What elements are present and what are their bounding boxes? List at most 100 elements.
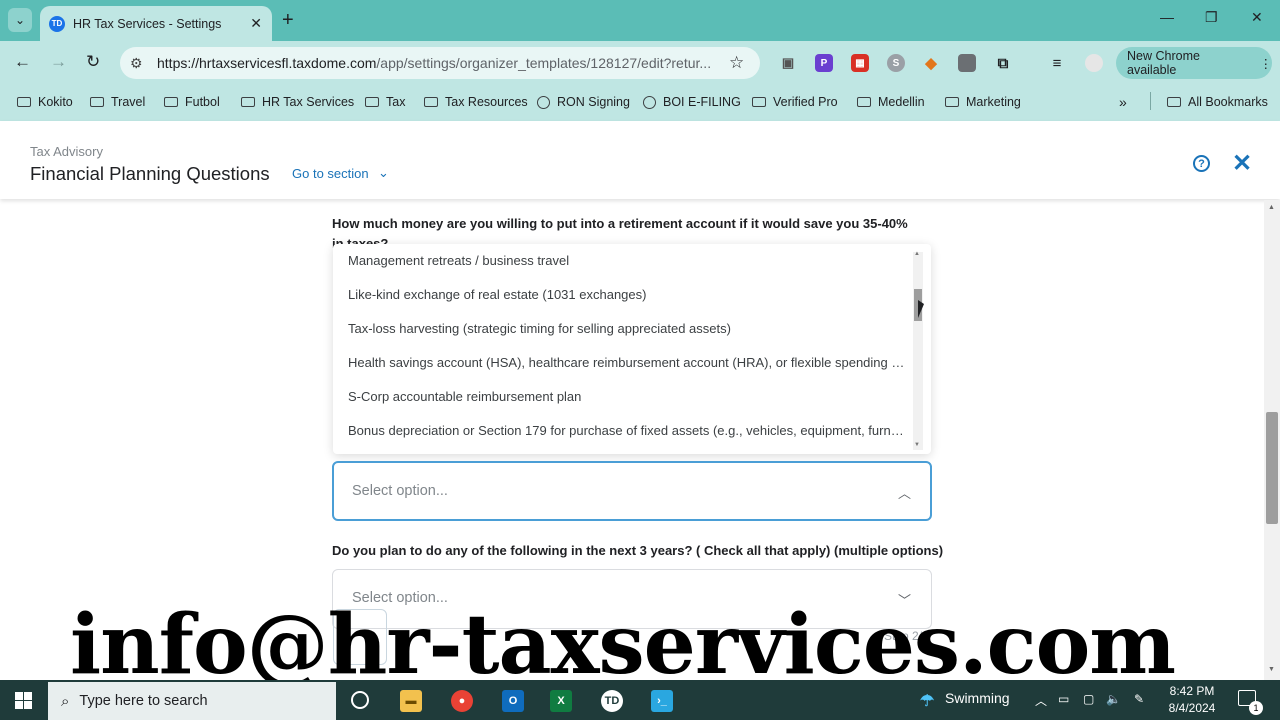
bookmark-label: HR Tax Services xyxy=(262,95,355,109)
system-clock[interactable]: 8:42 PM 8/4/2024 xyxy=(1162,683,1222,717)
folder-icon xyxy=(1167,97,1181,107)
more-menu-icon[interactable]: ⋮ xyxy=(1260,56,1273,71)
scroll-down-arrow-icon[interactable]: ▼ xyxy=(914,442,920,448)
forward-arrow-icon[interactable]: → xyxy=(50,53,67,71)
calendar-extension-icon[interactable]: ▦ xyxy=(851,54,869,72)
question-next-3-years: Do you plan to do any of the following i… xyxy=(332,543,944,558)
metamask-icon[interactable]: ◆ xyxy=(922,54,940,72)
bookmark-tax-resources[interactable]: Tax Resources xyxy=(424,92,528,112)
bookmark-tax[interactable]: Tax xyxy=(365,92,405,112)
bookmark-label: Kokito xyxy=(38,95,73,109)
bookmark-label: Marketing xyxy=(966,95,1021,109)
dropdown-scrollbar[interactable] xyxy=(913,252,923,450)
new-chrome-available-button[interactable]: New Chrome available ⋮ xyxy=(1116,47,1272,79)
task-view-icon[interactable] xyxy=(351,691,369,709)
url-host: https://hrtaxservicesfl.taxdome.com xyxy=(157,55,377,71)
chevron-down-icon[interactable]: ⌄ xyxy=(378,165,389,181)
all-bookmarks-label: All Bookmarks xyxy=(1188,95,1268,109)
tab-close-icon[interactable]: ✕ xyxy=(250,15,262,32)
folder-icon xyxy=(945,97,959,107)
profile-avatar[interactable] xyxy=(1085,54,1103,72)
bookmark-boi-e-filing[interactable]: BOI E-FILING xyxy=(643,92,741,112)
bookmarks-divider xyxy=(1150,92,1151,110)
network-icon[interactable]: ▢ xyxy=(1083,692,1094,706)
help-icon[interactable]: ? xyxy=(1193,155,1210,172)
go-to-section-link[interactable]: Go to section xyxy=(292,166,369,181)
bookmark-label: RON Signing xyxy=(557,95,630,109)
meet-now-icon[interactable]: ▭ xyxy=(1058,692,1069,706)
folder-icon xyxy=(164,97,178,107)
mouse-cursor-icon xyxy=(918,300,924,318)
bookmark-hr-tax-services[interactable]: HR Tax Services xyxy=(241,92,354,112)
media-queue-icon[interactable]: ≡ xyxy=(1048,54,1066,72)
tab-title: HR Tax Services - Settings xyxy=(73,16,222,31)
dropdown-option[interactable]: S-Corp accountable reimbursement plan xyxy=(348,389,906,404)
taskbar-search[interactable]: ⌕ Type here to search xyxy=(48,682,336,720)
dropdown-option[interactable]: Health savings account (HSA), healthcare… xyxy=(348,355,906,370)
clock-date: 8/4/2024 xyxy=(1168,701,1216,715)
scroll-down-arrow-icon[interactable]: ▼ xyxy=(1268,666,1275,673)
folder-icon xyxy=(752,97,766,107)
weather-text[interactable]: Swimming xyxy=(945,690,1010,706)
bookmark-label: Verified Pro xyxy=(773,95,838,109)
bookmark-label: Travel xyxy=(111,95,146,109)
reload-icon[interactable]: ↻ xyxy=(86,53,100,71)
new-tab-plus-icon[interactable]: + xyxy=(282,9,294,31)
clock-time: 8:42 PM xyxy=(1169,684,1215,698)
dropdown-option[interactable]: Bonus depreciation or Section 179 for pu… xyxy=(348,423,906,438)
bookmark-travel[interactable]: Travel xyxy=(90,92,145,112)
folder-icon xyxy=(857,97,871,107)
show-hidden-icons-icon[interactable]: ︿ xyxy=(1035,692,1047,709)
bookmark-label: BOI E-FILING xyxy=(663,95,741,109)
all-bookmarks[interactable]: All Bookmarks xyxy=(1167,92,1268,112)
close-icon[interactable]: ✕ xyxy=(1232,149,1252,178)
powershell-icon[interactable]: ›_ xyxy=(651,690,673,712)
dropdown-option[interactable]: Management retreats / business travel xyxy=(348,253,906,268)
dropdown-option[interactable]: Like-kind exchange of real estate (1031 … xyxy=(348,287,906,302)
bookmark-label: Medellin xyxy=(878,95,925,109)
minimize-icon[interactable]: — xyxy=(1160,9,1174,25)
back-arrow-icon[interactable]: ← xyxy=(14,53,31,71)
taxdome-icon[interactable]: TD xyxy=(601,690,623,712)
window-close-icon[interactable]: ✕ xyxy=(1251,9,1263,26)
scroll-up-arrow-icon[interactable]: ▲ xyxy=(914,251,920,257)
folder-icon xyxy=(424,97,438,107)
page-title: Financial Planning Questions xyxy=(30,163,270,184)
excel-icon[interactable]: X xyxy=(550,690,572,712)
cast-extension-icon[interactable]: ▣ xyxy=(779,54,797,72)
bookmark-verified-pro[interactable]: Verified Pro xyxy=(752,92,838,112)
page-scroll-thumb[interactable] xyxy=(1266,412,1278,524)
taxdome-favicon-icon: TD xyxy=(49,15,65,32)
bookmark-marketing[interactable]: Marketing xyxy=(945,92,1021,112)
extensions-puzzle-icon[interactable]: ⧉ xyxy=(994,54,1012,72)
bookmark-kokito[interactable]: Kokito xyxy=(17,92,73,112)
pen-icon[interactable]: ✎ xyxy=(1134,692,1144,706)
file-explorer-icon[interactable]: ▬ xyxy=(400,690,422,712)
browser-tab[interactable]: TD HR Tax Services - Settings ✕ xyxy=(40,6,272,41)
windows-start-icon[interactable] xyxy=(15,692,32,709)
page-header xyxy=(0,121,1280,199)
bookmark-star-icon[interactable]: ☆ xyxy=(729,53,744,73)
weather-icon[interactable]: ☂ xyxy=(916,690,938,712)
bookmark-ron-signing[interactable]: RON Signing xyxy=(537,92,630,112)
dropdown-option[interactable]: Tax-loss harvesting (strategic timing fo… xyxy=(348,321,906,336)
outlook-icon[interactable]: O xyxy=(502,690,524,712)
retirement-select[interactable]: Select option... ︿ xyxy=(332,461,932,521)
tab-search-chevron-icon[interactable]: ⌄ xyxy=(8,8,32,32)
bookmark-futbol[interactable]: Futbol xyxy=(164,92,220,112)
generic-extension-icon[interactable] xyxy=(958,54,976,72)
scroll-up-arrow-icon[interactable]: ▲ xyxy=(1268,204,1275,211)
bookmark-label: Futbol xyxy=(185,95,220,109)
search-placeholder: Type here to search xyxy=(79,693,208,709)
volume-icon[interactable]: 🔈 xyxy=(1106,692,1121,706)
p-extension-icon[interactable]: P xyxy=(815,54,833,72)
site-settings-icon[interactable]: ⚙ xyxy=(130,55,143,72)
restore-icon[interactable]: ❐ xyxy=(1205,9,1218,26)
folder-icon xyxy=(241,97,255,107)
url-text[interactable]: https://hrtaxservicesfl.taxdome.com/app/… xyxy=(157,55,719,71)
chrome-icon[interactable]: ● xyxy=(451,690,473,712)
s-extension-icon[interactable]: S xyxy=(887,54,905,72)
more-bookmarks-chevron-icon[interactable]: » xyxy=(1119,92,1127,112)
bookmark-medellin[interactable]: Medellin xyxy=(857,92,925,112)
search-icon: ⌕ xyxy=(61,692,70,710)
